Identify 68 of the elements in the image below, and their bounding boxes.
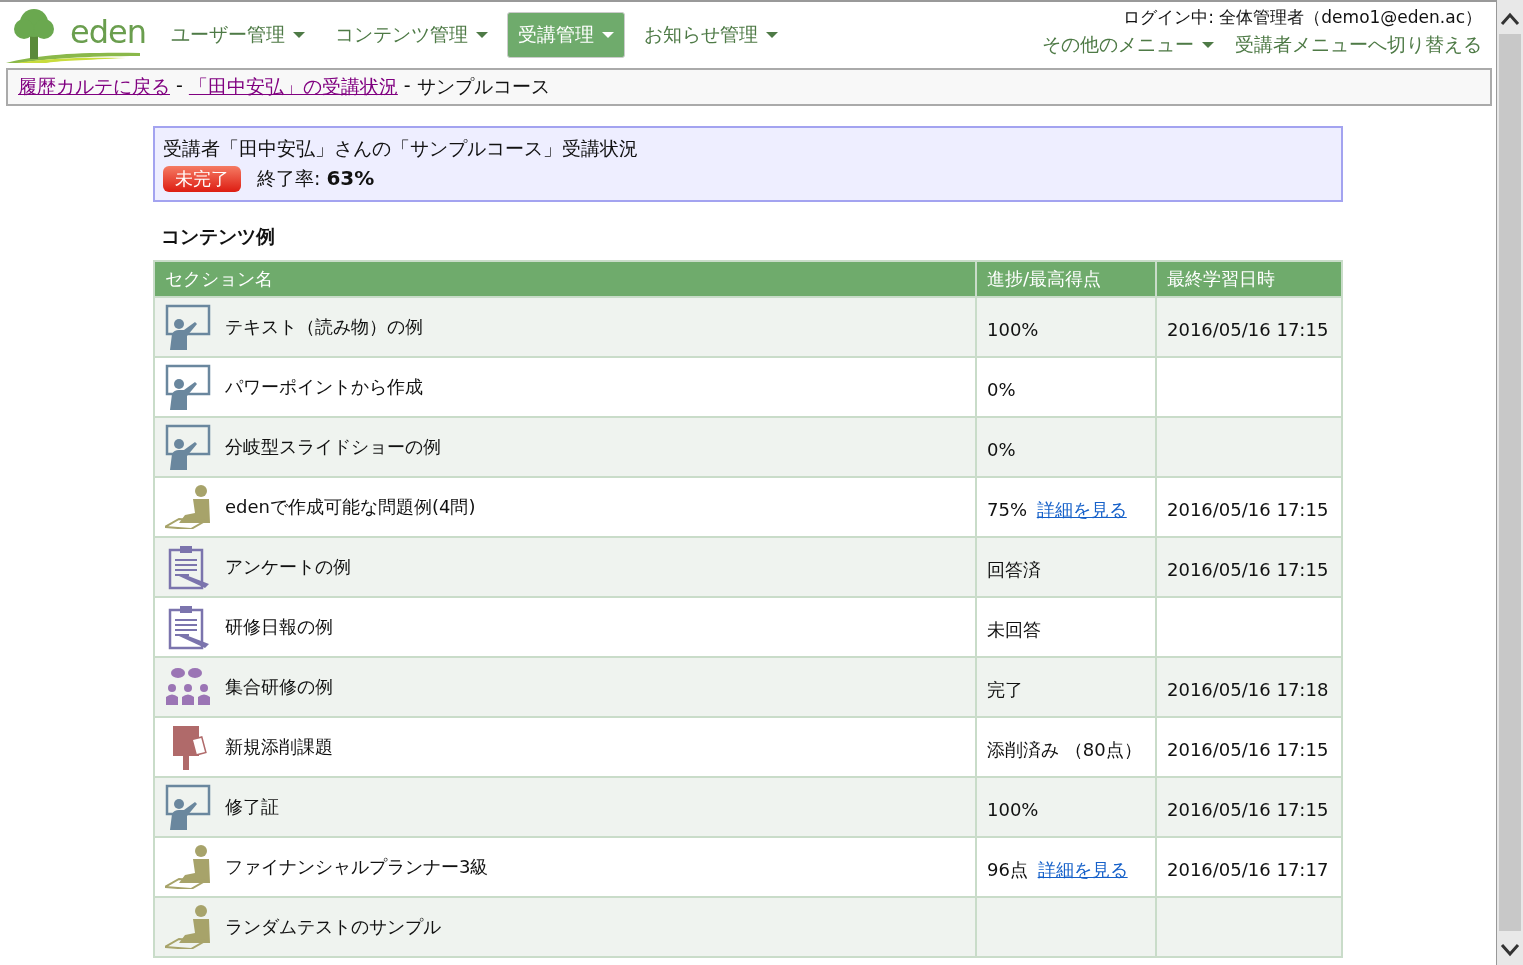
last-study-date: 2016/05/16 17:15 <box>1167 799 1329 820</box>
person-writing-icon <box>165 845 211 889</box>
section-name: 修了証 <box>225 798 279 816</box>
progress-value: 75% <box>987 499 1027 520</box>
details-link[interactable]: 詳細を見る <box>1037 859 1128 880</box>
scroll-down-icon[interactable] <box>1500 943 1520 957</box>
caret-icon <box>476 32 488 38</box>
last-study-date: 2016/05/16 17:17 <box>1167 859 1329 880</box>
section-name: ファイナンシャルプランナー3級 <box>225 858 489 876</box>
section-name: アンケートの例 <box>225 558 351 576</box>
logo-text: eden <box>70 15 146 49</box>
section-name: パワーポイントから作成 <box>225 378 423 396</box>
scrollbar-thumb[interactable] <box>1499 34 1521 931</box>
completion-rate: 終了率: 63% <box>257 166 375 192</box>
last-study-date: 2016/05/16 17:15 <box>1167 739 1329 760</box>
progress-value: 未回答 <box>987 619 1041 640</box>
section-name: ランダムテストのサンプル <box>225 918 441 936</box>
section-name: テキスト（読み物）の例 <box>225 318 423 336</box>
caret-icon <box>766 32 778 38</box>
breadcrumb-current: サンプルコース <box>416 74 550 99</box>
column-header: セクション名 <box>154 261 976 297</box>
person-writing-icon <box>165 905 211 949</box>
lecturer-board-icon <box>165 424 211 470</box>
last-study-date: 2016/05/16 17:18 <box>1167 679 1329 700</box>
other-menu-dropdown[interactable]: その他のメニュー <box>1035 29 1221 61</box>
column-header: 最終学習日時 <box>1156 261 1342 297</box>
nav-menu-tab[interactable]: お知らせ管理 <box>633 12 789 58</box>
login-status: ログイン中: 全体管理者（demo1@eden.ac） <box>1123 6 1482 29</box>
section-title: コンテンツ例 <box>161 224 276 249</box>
caret-icon <box>293 32 305 38</box>
last-study-date: 2016/05/16 17:15 <box>1167 319 1329 340</box>
lecturer-board-icon <box>165 784 211 830</box>
column-header: 進捗/最高得点 <box>976 261 1156 297</box>
section-name: 分岐型スライドショーの例 <box>225 438 441 456</box>
caret-icon <box>1202 42 1214 48</box>
switch-menu-link[interactable]: 受講者メニューへ切り替える <box>1235 32 1482 58</box>
lecturer-board-icon <box>165 304 211 350</box>
progress-value: 添削済み （80点） <box>987 739 1142 760</box>
nav-menu-tab[interactable]: 受講管理 <box>507 12 625 58</box>
section-name: edenで作成可能な問題例(4問) <box>225 498 476 516</box>
status-badge: 未完了 <box>163 166 241 192</box>
progress-value: 96点 <box>987 859 1028 880</box>
section-name: 研修日報の例 <box>225 618 333 636</box>
progress-value: 100% <box>987 319 1039 340</box>
group-discussion-icon <box>165 667 211 707</box>
vertical-scrollbar[interactable] <box>1496 0 1523 965</box>
progress-value: 100% <box>987 799 1039 820</box>
lecturer-board-icon <box>165 364 211 410</box>
breadcrumb-link[interactable]: 「田中安弘」の受講状況 <box>188 74 398 100</box>
nav-menu-tab[interactable]: ユーザー管理 <box>160 12 316 58</box>
scroll-up-icon[interactable] <box>1500 12 1520 26</box>
logo[interactable]: eden <box>6 5 146 67</box>
breadcrumb-separator: - <box>176 74 183 98</box>
breadcrumb-separator: - <box>403 74 411 98</box>
progress-value: 完了 <box>987 679 1023 700</box>
section-name: 集合研修の例 <box>225 678 333 696</box>
details-link[interactable]: 詳細を見る <box>1036 499 1127 520</box>
last-study-date: 2016/05/16 17:15 <box>1167 559 1329 580</box>
breadcrumb-link[interactable]: 履歴カルテに戻る <box>18 74 170 100</box>
nav-menu-tab[interactable]: コンテンツ管理 <box>324 12 499 58</box>
last-study-date: 2016/05/16 17:15 <box>1167 499 1329 520</box>
person-writing-icon <box>165 485 211 529</box>
progress-value: 回答済 <box>987 559 1041 580</box>
progress-value: 0% <box>987 379 1016 400</box>
section-name: 新規添削課題 <box>225 738 333 756</box>
summary-title: 受講者「田中安弘」さんの「サンプルコース」受講状況 <box>163 136 639 161</box>
progress-value: 0% <box>987 439 1016 460</box>
caret-icon <box>602 32 614 38</box>
